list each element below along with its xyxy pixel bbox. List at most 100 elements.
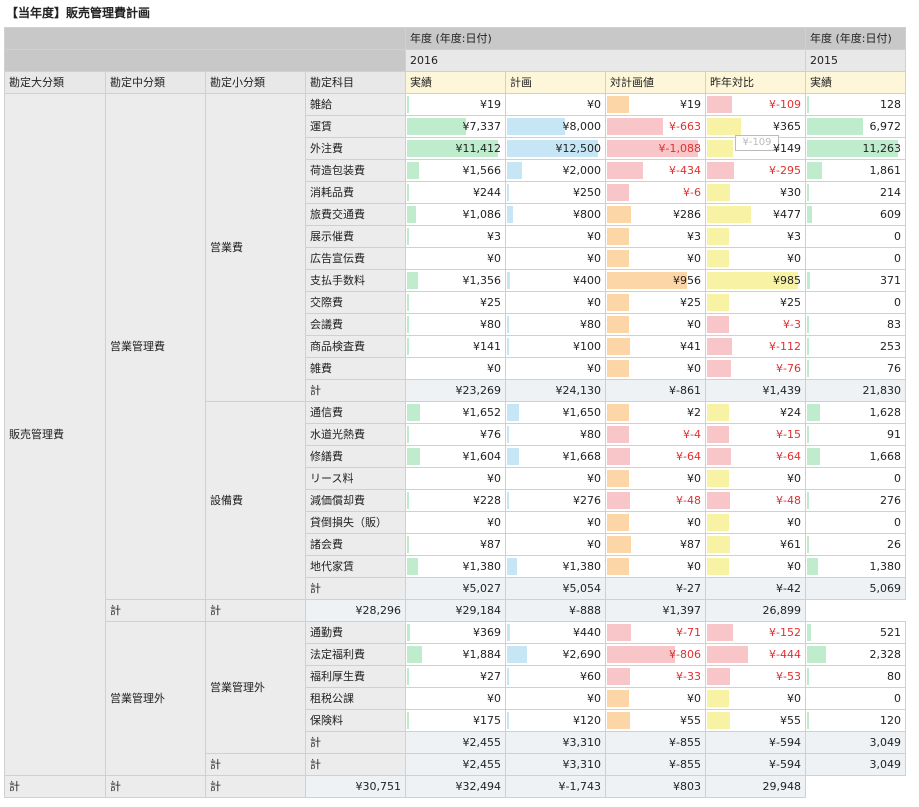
- plan-cell[interactable]: ¥120: [505, 709, 606, 732]
- vsplan-cell[interactable]: ¥19: [605, 93, 706, 116]
- actual-cell[interactable]: ¥25: [405, 291, 506, 314]
- plan-cell[interactable]: ¥80: [505, 313, 606, 336]
- vsplan-cell[interactable]: ¥-855: [605, 731, 706, 754]
- plan-cell[interactable]: ¥3,310: [505, 753, 606, 776]
- account-name[interactable]: 消耗品費: [305, 181, 406, 204]
- actual-cell[interactable]: ¥369: [405, 621, 506, 644]
- ly-cell[interactable]: 521: [805, 621, 906, 644]
- measure-header[interactable]: 実績: [805, 71, 906, 94]
- vsplan-cell[interactable]: ¥-1,743: [505, 775, 606, 798]
- yoy-cell[interactable]: ¥61: [705, 533, 806, 556]
- yoy-cell[interactable]: ¥0: [705, 687, 806, 710]
- actual-cell[interactable]: ¥1,566: [405, 159, 506, 182]
- ly-cell[interactable]: 2,328: [805, 643, 906, 666]
- plan-cell[interactable]: ¥800: [505, 203, 606, 226]
- plan-cell[interactable]: ¥29,184: [405, 599, 506, 622]
- actual-cell[interactable]: ¥30,751: [305, 775, 406, 798]
- account-name[interactable]: 広告宣伝費: [305, 247, 406, 270]
- plan-cell[interactable]: ¥2,000: [505, 159, 606, 182]
- plan-cell[interactable]: ¥0: [505, 291, 606, 314]
- measure-header[interactable]: 計画: [505, 71, 606, 94]
- account-name[interactable]: 会議費: [305, 313, 406, 336]
- vsplan-cell[interactable]: ¥956: [605, 269, 706, 292]
- account-name[interactable]: 計: [305, 577, 406, 600]
- ly-cell[interactable]: 6,972: [805, 115, 906, 138]
- plan-cell[interactable]: ¥32,494: [405, 775, 506, 798]
- plan-cell[interactable]: ¥80: [505, 423, 606, 446]
- vsplan-cell[interactable]: ¥0: [605, 313, 706, 336]
- account-name[interactable]: 計: [305, 379, 406, 402]
- vsplan-cell[interactable]: ¥-4: [605, 423, 706, 446]
- plan-cell[interactable]: ¥440: [505, 621, 606, 644]
- actual-cell[interactable]: ¥1,380: [405, 555, 506, 578]
- actual-cell[interactable]: ¥19: [405, 93, 506, 116]
- account-name[interactable]: 通信費: [305, 401, 406, 424]
- vsplan-cell[interactable]: ¥-64: [605, 445, 706, 468]
- ly-cell[interactable]: 21,830: [805, 379, 906, 402]
- actual-cell[interactable]: ¥1,604: [405, 445, 506, 468]
- account-name[interactable]: 商品検査費: [305, 335, 406, 358]
- yoy-cell[interactable]: ¥25: [705, 291, 806, 314]
- vsplan-cell[interactable]: ¥0: [605, 247, 706, 270]
- plan-cell[interactable]: ¥0: [505, 93, 606, 116]
- plan-cell[interactable]: ¥100: [505, 335, 606, 358]
- actual-cell[interactable]: ¥76: [405, 423, 506, 446]
- actual-cell[interactable]: ¥0: [405, 687, 506, 710]
- plan-cell[interactable]: ¥276: [505, 489, 606, 512]
- ly-cell[interactable]: 371: [805, 269, 906, 292]
- vsplan-cell[interactable]: ¥0: [605, 357, 706, 380]
- yoy-cell[interactable]: ¥-295: [705, 159, 806, 182]
- account-name[interactable]: 計: [305, 731, 406, 754]
- account-name[interactable]: 外注費: [305, 137, 406, 160]
- plan-cell[interactable]: ¥0: [505, 247, 606, 270]
- year-2015[interactable]: 2015: [805, 49, 906, 72]
- ly-cell[interactable]: 26: [805, 533, 906, 556]
- account-name[interactable]: 諸会費: [305, 533, 406, 556]
- year-2016[interactable]: 2016: [405, 49, 806, 72]
- yoy-cell[interactable]: ¥1,439: [705, 379, 806, 402]
- vsplan-cell[interactable]: ¥0: [605, 687, 706, 710]
- yoy-cell[interactable]: ¥-42: [705, 577, 806, 600]
- ly-cell[interactable]: 128: [805, 93, 906, 116]
- group-small-total[interactable]: 計: [105, 775, 206, 798]
- ly-cell[interactable]: 609: [805, 203, 906, 226]
- dim-header[interactable]: 勘定小分類: [205, 71, 306, 94]
- yoy-cell[interactable]: ¥985: [705, 269, 806, 292]
- vsplan-cell[interactable]: ¥-806: [605, 643, 706, 666]
- yoy-cell[interactable]: ¥-112: [705, 335, 806, 358]
- plan-cell[interactable]: ¥0: [505, 511, 606, 534]
- actual-cell[interactable]: ¥23,269: [405, 379, 506, 402]
- dim-header[interactable]: 勘定中分類: [105, 71, 206, 94]
- vsplan-cell[interactable]: ¥-6: [605, 181, 706, 204]
- ly-cell[interactable]: 0: [805, 291, 906, 314]
- ly-cell[interactable]: 91: [805, 423, 906, 446]
- dim-header[interactable]: 勘定大分類: [4, 71, 106, 94]
- yoy-cell[interactable]: ¥3: [705, 225, 806, 248]
- account-name[interactable]: 保険料: [305, 709, 406, 732]
- ly-cell[interactable]: 3,049: [805, 753, 906, 776]
- account-name[interactable]: 交際費: [305, 291, 406, 314]
- account-name[interactable]: 雑給: [305, 93, 406, 116]
- ly-cell[interactable]: 80: [805, 665, 906, 688]
- yoy-cell[interactable]: ¥30: [705, 181, 806, 204]
- actual-cell[interactable]: ¥80: [405, 313, 506, 336]
- group-small-total[interactable]: 計: [205, 753, 306, 776]
- account-name[interactable]: 減価償却費: [305, 489, 406, 512]
- actual-cell[interactable]: ¥5,027: [405, 577, 506, 600]
- vsplan-cell[interactable]: ¥25: [605, 291, 706, 314]
- plan-cell[interactable]: ¥5,054: [505, 577, 606, 600]
- yoy-cell[interactable]: ¥803: [605, 775, 706, 798]
- vsplan-cell[interactable]: ¥-48: [605, 489, 706, 512]
- vsplan-cell[interactable]: ¥0: [605, 467, 706, 490]
- plan-cell[interactable]: ¥400: [505, 269, 606, 292]
- vsplan-cell[interactable]: ¥2: [605, 401, 706, 424]
- vsplan-cell[interactable]: ¥0: [605, 555, 706, 578]
- measure-header[interactable]: 昨年対比: [705, 71, 806, 94]
- group-small[interactable]: 営業費: [205, 93, 306, 402]
- account-name[interactable]: 支払手数料: [305, 269, 406, 292]
- vsplan-cell[interactable]: ¥-1,088: [605, 137, 706, 160]
- plan-cell[interactable]: ¥0: [505, 687, 606, 710]
- ly-cell[interactable]: 83: [805, 313, 906, 336]
- yoy-cell[interactable]: ¥-152: [705, 621, 806, 644]
- actual-cell[interactable]: ¥28,296: [305, 599, 406, 622]
